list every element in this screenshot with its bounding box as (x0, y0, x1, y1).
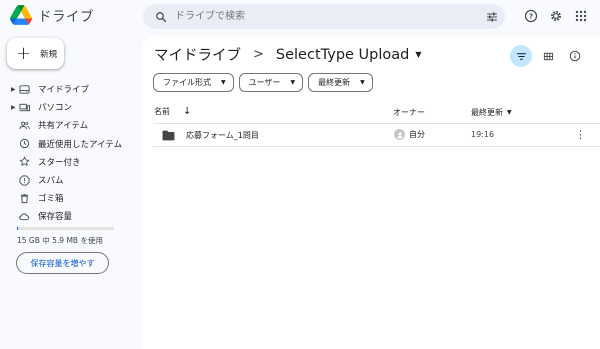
app-title: ドライブ (38, 9, 94, 25)
storage-usage-fill (17, 227, 18, 230)
chevron-down-icon: ▼ (415, 50, 422, 59)
help-icon[interactable]: ? (520, 6, 542, 26)
sidebar-item-storage[interactable]: 保存容量 (0, 207, 140, 225)
computer-icon (18, 101, 30, 113)
google-drive-logo-icon (10, 5, 32, 25)
star-icon (18, 156, 30, 168)
filter-toggle-icon[interactable] (510, 45, 532, 67)
sidebar-item-starred[interactable]: スター付き (0, 153, 140, 171)
breadcrumb: マイドライブ > SelectType Upload ▼ (154, 44, 422, 65)
more-actions-icon[interactable]: ⋮ (575, 128, 586, 141)
trash-icon (18, 192, 30, 204)
file-name: 応募フォーム_1問目 (186, 131, 259, 140)
sidebar-item-my-drive[interactable]: ▶ マイドライブ (0, 80, 140, 98)
filter-people-chip[interactable]: ユーザー ▼ (238, 73, 304, 92)
sidebar-item-computers[interactable]: ▶ パソコン (0, 98, 140, 116)
filter-type-chip[interactable]: ファイル形式 ▼ (153, 73, 234, 92)
cloud-icon (18, 210, 30, 222)
storage-usage-bar (17, 227, 114, 230)
current-folder-title: SelectType Upload (275, 46, 410, 63)
sidebar-item-recent[interactable]: 最近使用したアイテム (0, 135, 140, 153)
avatar (394, 129, 405, 140)
tune-icon[interactable] (479, 11, 505, 23)
get-more-storage-button[interactable]: 保存容量を増やす (16, 252, 109, 274)
new-button-label: 新規 (40, 49, 58, 60)
file-modified: 19:16 (471, 130, 495, 139)
breadcrumb-current[interactable]: SelectType Upload ▼ (276, 47, 422, 63)
people-icon (18, 119, 30, 131)
gear-icon[interactable] (545, 6, 567, 26)
sidebar-item-spam[interactable]: スパム (0, 171, 140, 189)
breadcrumb-separator: > (253, 47, 264, 62)
column-header-owner: オーナー (393, 108, 425, 117)
sidebar-item-shared[interactable]: 共有アイテム (0, 116, 140, 134)
sidebar-nav: ▶ マイドライブ ▶ パソコン 共有アイテム 最近使用したアイテム スター付き (0, 80, 140, 226)
expand-caret-icon[interactable]: ▶ (11, 86, 16, 93)
column-header-name[interactable]: 名前 ↓ (154, 106, 191, 117)
grid-view-icon[interactable] (537, 45, 559, 67)
chevron-down-icon: ▼ (507, 109, 512, 116)
main-panel: マイドライブ > SelectType Upload ▼ ファイル形式 ▼ ユー… (142, 36, 600, 349)
storage-usage-text: 15 GB 中 5.9 MB を使用 (17, 236, 103, 245)
file-owner: 自分 (394, 129, 425, 140)
folder-icon (162, 130, 175, 141)
spam-icon (18, 174, 30, 186)
search-bar[interactable] (143, 4, 505, 29)
info-icon[interactable] (564, 45, 586, 67)
plus-icon: + (16, 42, 32, 64)
my-drive-icon (18, 83, 30, 95)
new-button[interactable]: + 新規 (7, 38, 64, 69)
column-header-modified[interactable]: 最終更新 ▼ (471, 107, 512, 118)
apps-grid-icon[interactable] (570, 6, 592, 26)
sort-arrow-icon[interactable]: ↓ (183, 106, 191, 117)
drive-logo[interactable]: ドライブ (10, 5, 94, 25)
chevron-down-icon: ▼ (360, 79, 365, 86)
filter-modified-chip[interactable]: 最終更新 ▼ (308, 73, 373, 92)
search-input[interactable] (171, 10, 479, 23)
svg-text:?: ? (529, 13, 533, 21)
breadcrumb-root[interactable]: マイドライブ (154, 44, 241, 65)
expand-caret-icon[interactable]: ▶ (11, 104, 16, 111)
table-header: 名前 ↓ オーナー 最終更新 ▼ (153, 102, 600, 124)
chevron-down-icon: ▼ (290, 79, 296, 86)
clock-icon (18, 138, 30, 150)
chevron-down-icon: ▼ (221, 79, 226, 86)
search-icon[interactable] (151, 11, 171, 23)
sidebar-item-trash[interactable]: ゴミ箱 (0, 189, 140, 207)
table-row[interactable]: 応募フォーム_1問目 自分 19:16 ⋮ (153, 125, 600, 147)
